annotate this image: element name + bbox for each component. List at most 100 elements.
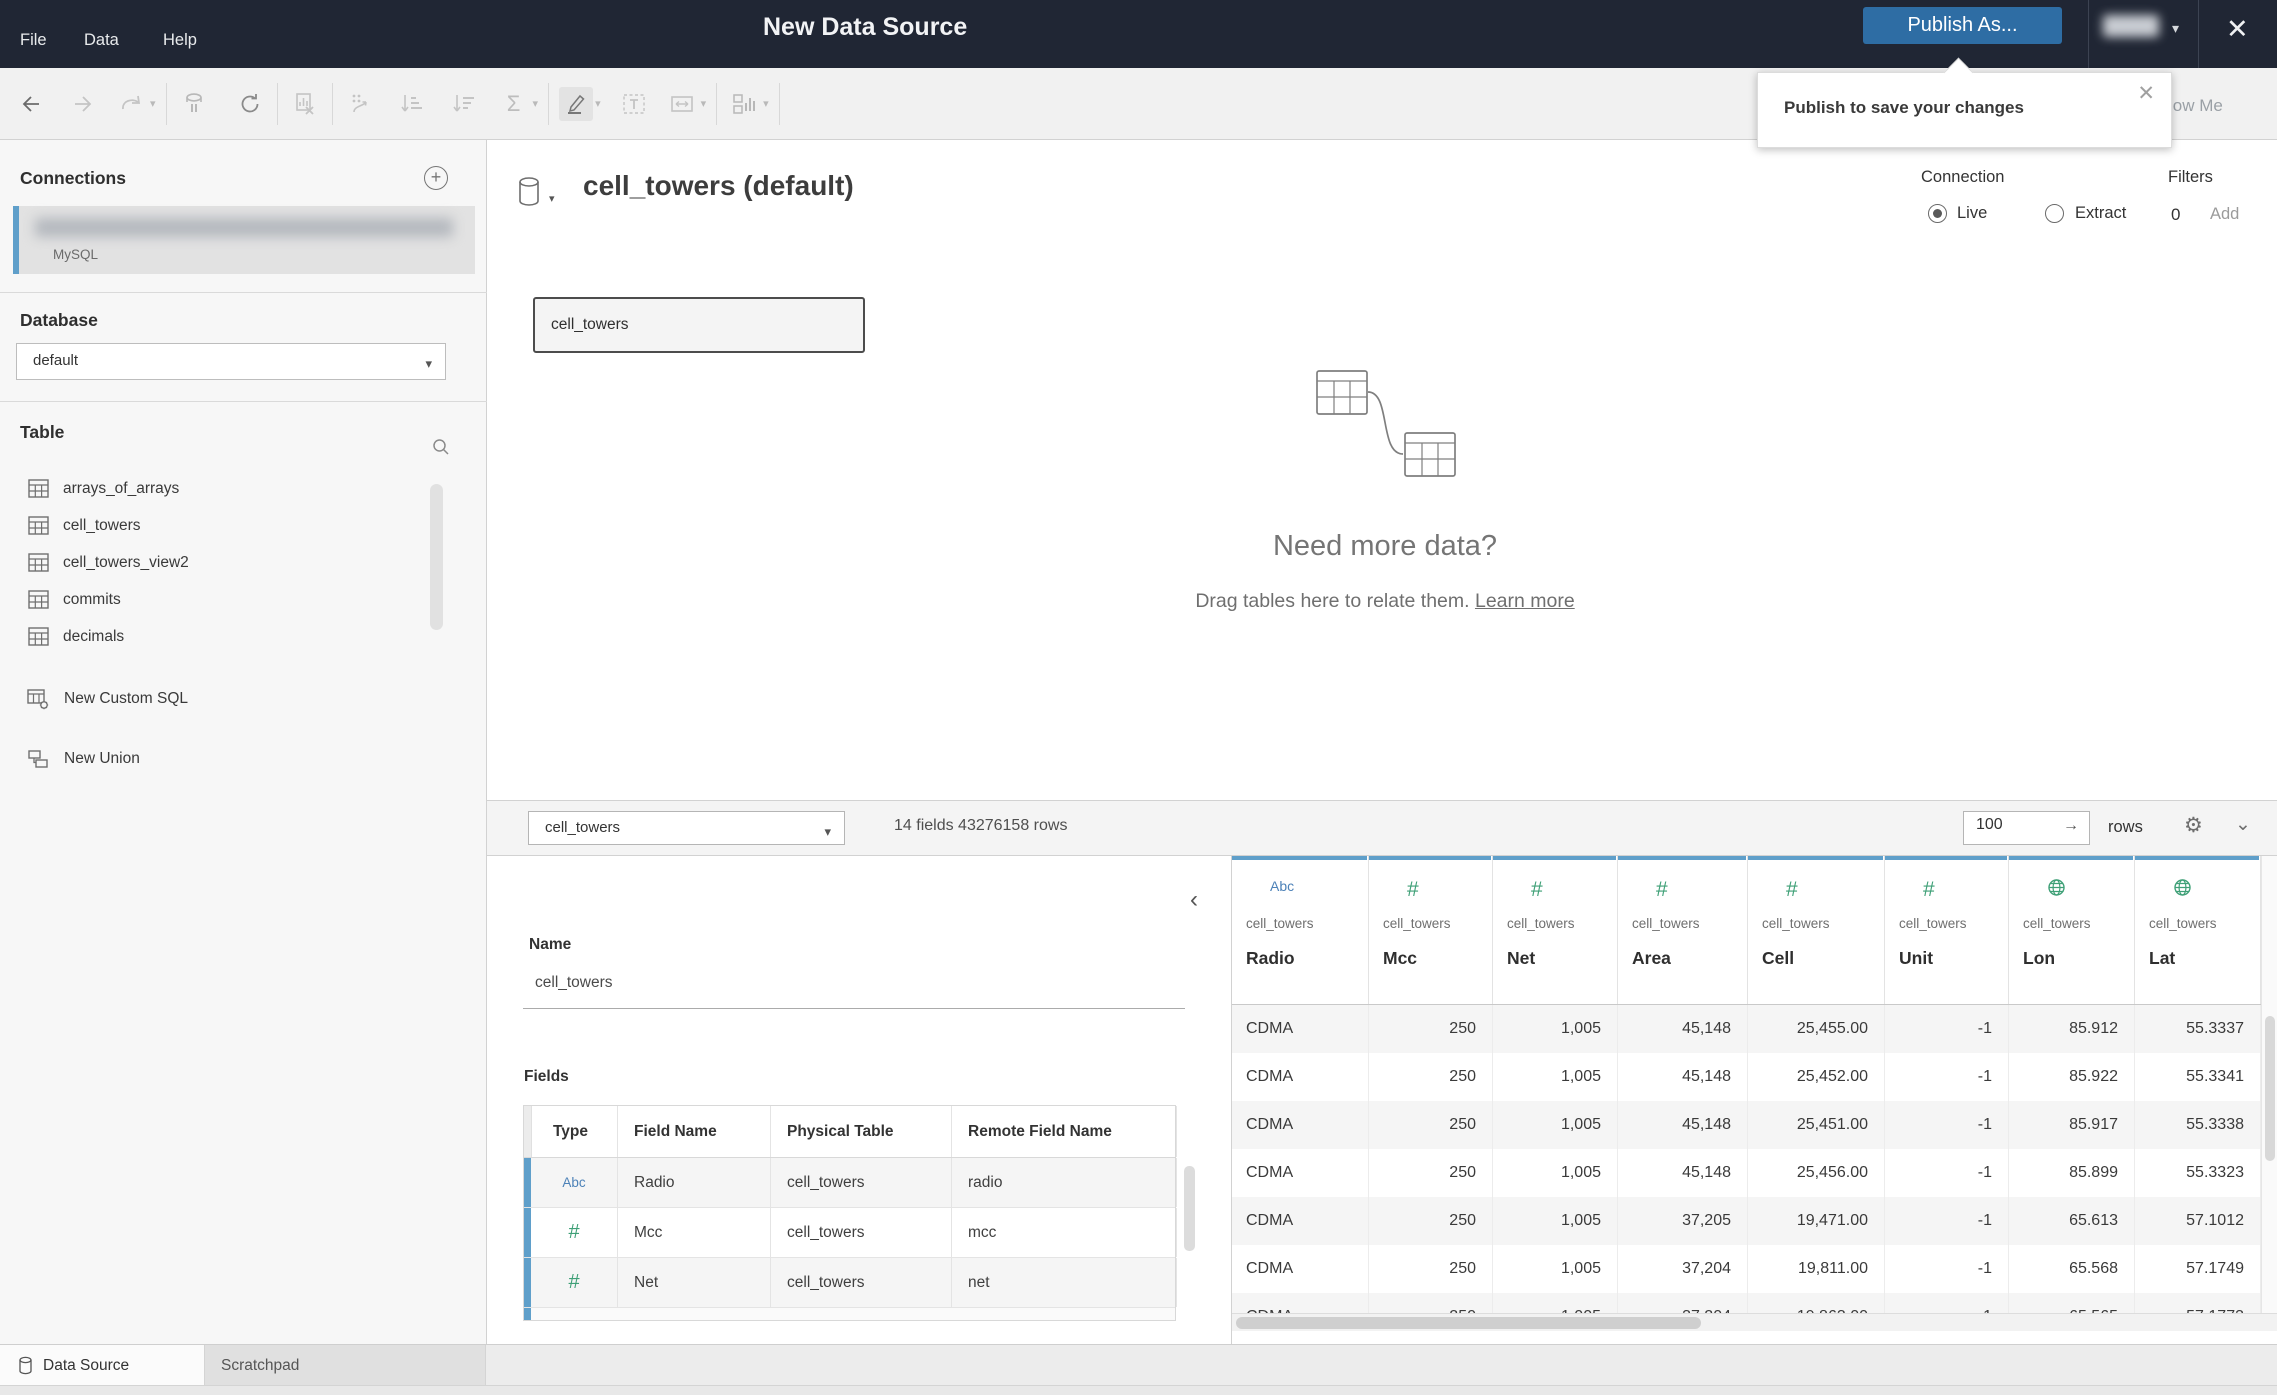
name-label: Name [529, 936, 572, 953]
grid-cell: 250 [1369, 1101, 1493, 1149]
live-radio[interactable] [1928, 204, 1947, 223]
group-members-icon[interactable] [343, 87, 377, 121]
table-item-cell_towers_view2[interactable]: cell_towers_view2 [0, 544, 440, 581]
toolbar-separator [778, 82, 780, 125]
grid-column-header-Unit[interactable]: # cell_towers Unit [1885, 856, 2009, 1004]
grid-column-header-Net[interactable]: # cell_towers Net [1493, 856, 1618, 1004]
table-chip-cell-towers[interactable]: cell_towers [533, 297, 865, 353]
pen-caret-icon[interactable]: ▾ [595, 97, 601, 110]
close-icon[interactable]: ✕ [2226, 14, 2249, 45]
sort-descending-icon[interactable] [447, 87, 481, 121]
connection-accent [13, 206, 19, 274]
database-selected-value: default [33, 352, 79, 369]
redo-button[interactable] [66, 87, 100, 121]
sidebar-divider [0, 401, 487, 402]
text-label-icon[interactable] [617, 87, 651, 121]
grid-horizontal-scrollbar-thumb[interactable] [1236, 1317, 1701, 1329]
grid-vertical-scrollbar-thumb[interactable] [2265, 1016, 2275, 1161]
grid-horizontal-scrollbar[interactable] [1232, 1313, 2277, 1331]
column-type-icon: # [1923, 878, 1935, 901]
name-input[interactable]: cell_towers [535, 974, 613, 992]
extract-radio[interactable] [2045, 204, 2064, 223]
database-select[interactable]: default ▾ [16, 343, 446, 380]
fields-label: Fields [524, 1068, 569, 1085]
grid-column-header-Lat[interactable]: cell_towers Lat [2135, 856, 2261, 1004]
learn-more-link[interactable]: Learn more [1475, 590, 1575, 612]
extract-label[interactable]: Extract [2075, 204, 2126, 223]
menu-file[interactable]: File [20, 31, 47, 50]
fields-row-Net[interactable]: # Net cell_towers net [524, 1258, 1177, 1308]
connection-item[interactable]: MySQL [13, 206, 475, 274]
row-count-input[interactable] [1976, 816, 2056, 834]
refresh-icon[interactable] [233, 87, 267, 121]
column-type-icon: # [1407, 878, 1419, 901]
table-list-scrollbar[interactable] [430, 484, 443, 630]
totals-icon[interactable]: Σ [497, 87, 531, 121]
grid-column-header-Lon[interactable]: cell_towers Lon [2009, 856, 2135, 1004]
new-custom-sql-label: New Custom SQL [64, 690, 189, 707]
live-label[interactable]: Live [1957, 204, 1987, 223]
new-union-button[interactable]: New Union [0, 740, 487, 778]
user-caret-icon[interactable]: ▾ [2172, 20, 2179, 37]
search-icon[interactable] [430, 436, 452, 463]
gear-icon[interactable]: ⚙ [2184, 813, 2203, 838]
replay-caret-icon[interactable]: ▾ [150, 97, 156, 110]
connections-header: Connections [20, 168, 126, 188]
sort-ascending-icon[interactable] [395, 87, 429, 121]
apply-rows-arrow-icon[interactable]: → [2063, 817, 2079, 835]
grid-column-header-Area[interactable]: # cell_towers Area [1618, 856, 1748, 1004]
menu-help[interactable]: Help [163, 31, 197, 50]
collapse-panel-chevron-icon[interactable]: ‹ [1190, 886, 1198, 914]
datasource-pause-icon[interactable] [177, 87, 211, 121]
fields-table-scrollbar[interactable] [1184, 1166, 1195, 1251]
collapse-preview-chevron-icon[interactable]: ⌄ [2235, 813, 2251, 836]
grid-vertical-scrollbar[interactable] [2261, 856, 2277, 1313]
add-connection-button[interactable]: + [424, 166, 448, 190]
column-type-icon: # [1656, 878, 1668, 901]
user-menu[interactable] [2103, 15, 2159, 37]
filters-section-label: Filters [2168, 168, 2213, 186]
grid-column-header-Mcc[interactable]: # cell_towers Mcc [1369, 856, 1493, 1004]
tab-scratchpad[interactable]: Scratchpad [205, 1345, 486, 1386]
replay-button[interactable] [114, 87, 148, 121]
clear-sheet-icon[interactable] [288, 87, 322, 121]
menu-data[interactable]: Data [84, 31, 119, 50]
grid-data-row: CDMA2501,00537,20419,863.00-165.56557.17… [1232, 1293, 2277, 1313]
database-header: Database [20, 310, 98, 330]
grid-cell: 45,148 [1618, 1101, 1748, 1149]
grid-header-row: Abc cell_towers Radio # cell_towers Mcc # cell_… [1232, 856, 2277, 1005]
totals-caret-icon[interactable]: ▾ [533, 97, 539, 110]
fit-icon[interactable] [665, 87, 699, 121]
filters-add-button[interactable]: Add [2210, 205, 2239, 224]
datasource-menu-caret-icon[interactable]: ▾ [549, 192, 555, 205]
cards-caret-icon[interactable]: ▾ [763, 97, 769, 110]
show-hide-cards-icon[interactable] [727, 87, 761, 121]
grid-cell: 1,005 [1493, 1245, 1618, 1293]
status-bar [0, 1385, 2277, 1395]
grid-cell: 37,205 [1618, 1197, 1748, 1245]
tooltip-close-icon[interactable]: ✕ [2137, 81, 2155, 106]
publish-tooltip: Publish to save your changes ✕ [1757, 57, 2172, 148]
column-field-label: Lon [2023, 948, 2056, 968]
fields-row-Mcc[interactable]: # Mcc cell_towers mcc [524, 1208, 1177, 1258]
table-item-commits[interactable]: commits [0, 581, 440, 618]
column-table-label: cell_towers [1762, 916, 1830, 931]
publish-as-button[interactable]: Publish As... [1863, 7, 2062, 44]
table-item-cell_towers[interactable]: cell_towers [0, 507, 440, 544]
table-item-decimals[interactable]: decimals [0, 618, 440, 655]
column-type-icon [2047, 878, 2066, 902]
grid-column-header-Cell[interactable]: # cell_towers Cell [1748, 856, 1885, 1004]
table-item-arrays_of_arrays[interactable]: arrays_of_arrays [0, 470, 440, 507]
fields-row-partial [524, 1308, 1175, 1320]
grid-column-header-Radio[interactable]: Abc cell_towers Radio [1232, 856, 1369, 1004]
new-custom-sql-button[interactable]: New Custom SQL [0, 680, 487, 718]
fit-caret-icon[interactable]: ▾ [701, 97, 707, 110]
fields-row-Radio[interactable]: Abc Radio cell_towers radio [524, 1158, 1177, 1208]
tab-data-source[interactable]: Data Source [0, 1345, 205, 1386]
undo-button[interactable] [14, 87, 48, 121]
highlight-pen-icon[interactable] [559, 86, 594, 121]
window-title: New Data Source [763, 13, 968, 41]
grid-cell: 37,204 [1618, 1245, 1748, 1293]
preview-table-select[interactable]: cell_towers ▾ [528, 811, 845, 845]
grid-cell: 1,005 [1493, 1149, 1618, 1197]
